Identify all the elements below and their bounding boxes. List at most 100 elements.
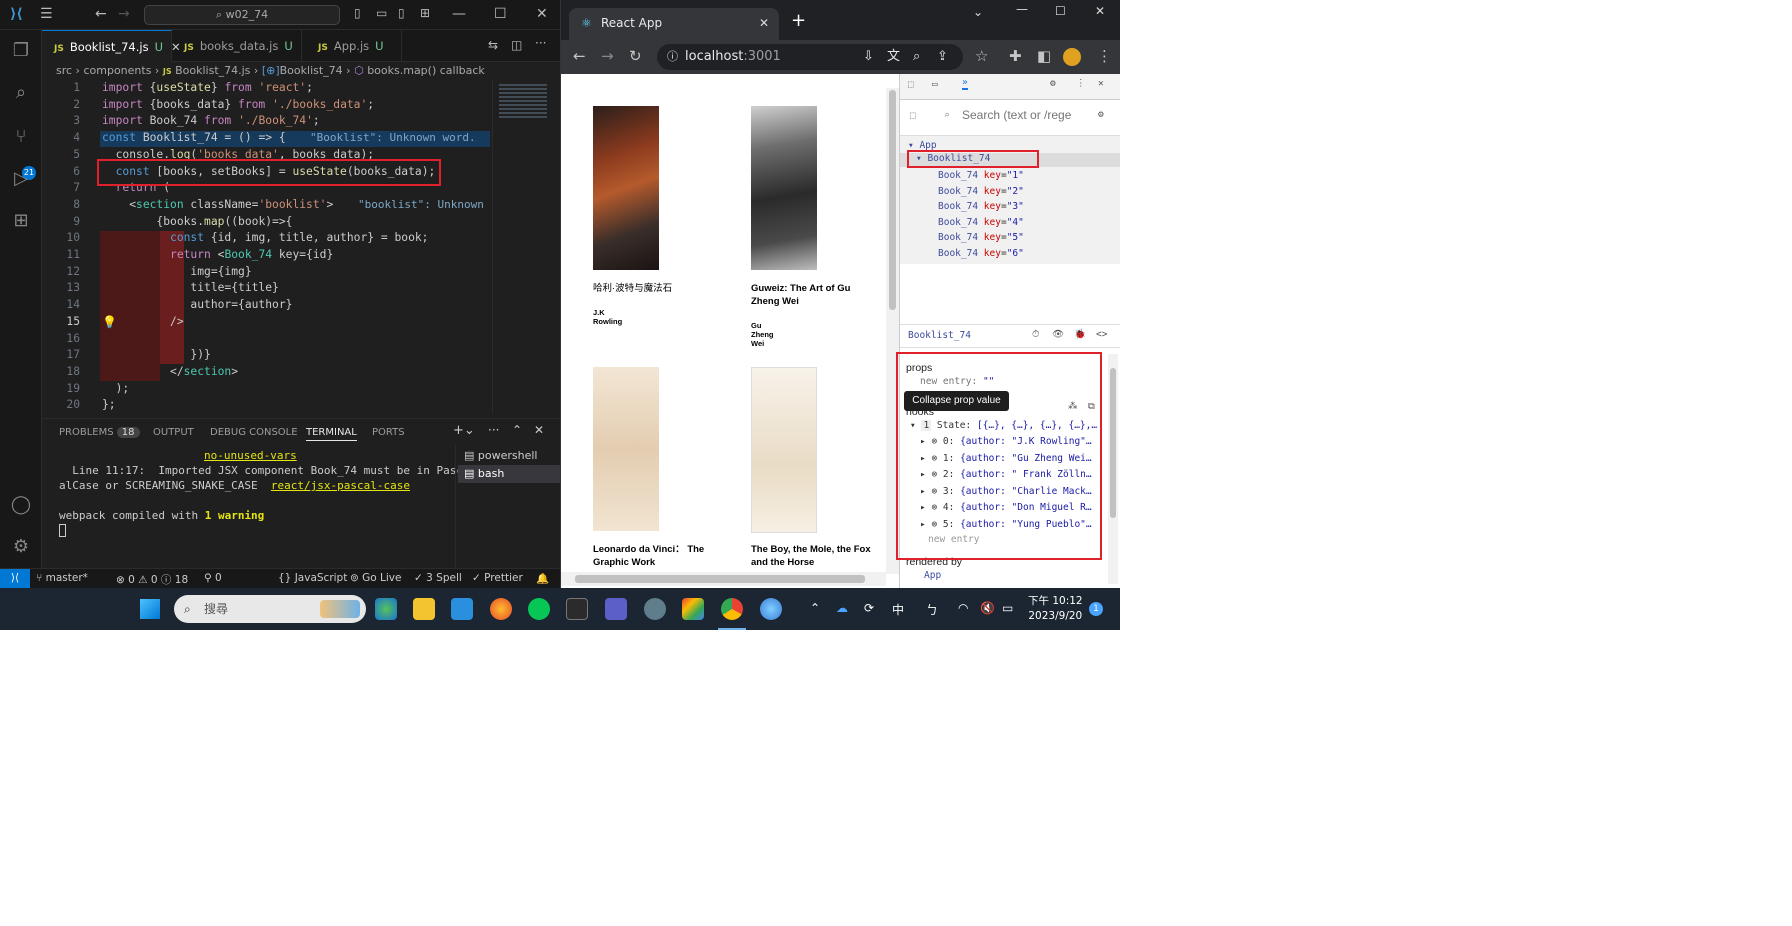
install-icon[interactable]: ⇩ [863,44,874,70]
search-view-icon[interactable]: ⌕ [10,82,32,104]
maximize-icon[interactable]: ☐ [1055,4,1066,18]
volume-muted-icon[interactable]: 🔇 [980,601,995,615]
tree-node-book[interactable]: Book_74 key="3" [938,201,1024,212]
minimize-icon[interactable]: — [452,6,466,22]
breadcrumb-item[interactable]: components [83,64,151,77]
toggle-sidebar-icon[interactable]: ▯ [354,6,361,20]
toggle-panel-icon[interactable]: ▭ [376,6,387,20]
browser-tab[interactable]: ⚛ React App ✕ [569,8,779,40]
scrollbar-thumb[interactable] [575,575,865,583]
maximize-panel-icon[interactable]: ⌃ [512,423,522,437]
firefox-icon[interactable] [490,598,512,620]
more-actions-icon[interactable]: ··· [488,423,499,437]
chrome-menu-icon[interactable]: ⋮ [1097,47,1112,65]
select-component-icon[interactable]: ⬚ [910,110,916,121]
view-source-icon[interactable]: <> [1096,329,1107,340]
side-panel-icon[interactable]: ◧ [1037,47,1051,65]
vscode-taskbar-icon[interactable] [451,598,473,620]
close-tab-icon[interactable]: ✕ [759,8,769,38]
devtools-settings-icon[interactable]: ⚙ [1050,78,1056,89]
remote-icon[interactable]: ⟩⟨ [0,569,30,588]
more-tabs-icon[interactable]: » [962,77,968,90]
taskbar-search[interactable]: ⌕ 搜尋 [174,595,366,623]
menu-icon[interactable]: ☰ [40,6,53,22]
scrollbar-thumb[interactable] [889,90,896,310]
bookmark-star-icon[interactable]: ☆ [975,47,988,65]
device-toolbar-icon[interactable]: ▭ [932,79,938,90]
taskbar-clock[interactable]: 下午 10:12 2023/9/20 [1028,594,1083,624]
minimize-icon[interactable]: — [1016,2,1028,16]
tab-output[interactable]: OUTPUT [153,427,194,438]
close-icon[interactable]: ✕ [1095,4,1105,18]
start-windows-icon[interactable] [140,599,160,619]
settings-gear-icon[interactable]: ⚙ [1098,109,1104,120]
forward-arrow-icon[interactable]: → [601,47,614,65]
command-center-search[interactable]: ⌕ w02_74 [144,5,340,25]
terminal-icon[interactable] [566,598,588,620]
share-icon[interactable]: ⇪ [937,44,948,70]
component-search-input[interactable] [962,108,1082,122]
devtools-menu-icon[interactable]: ⋮ [1076,78,1086,89]
tab-ports[interactable]: PORTS [372,427,405,438]
translate-icon[interactable]: 文 [887,44,900,70]
back-arrow-icon[interactable]: ← [95,6,107,22]
battery-icon[interactable]: ▭ [1002,601,1013,615]
terminal-item-powershell[interactable]: ▤ powershell [464,449,537,462]
line-app-icon[interactable] [528,598,550,620]
account-icon[interactable]: ◯ [10,494,32,516]
breadcrumb-item[interactable]: books.map() callback [367,64,485,77]
bug-icon[interactable]: 🐞 [1074,329,1086,340]
timer-icon[interactable]: ⏱ [1032,329,1039,340]
layout-icon[interactable]: ⊞ [420,6,430,20]
minimap[interactable] [492,80,560,414]
extensions-puzzle-icon[interactable]: ✚ [1009,47,1022,65]
split-editor-icon[interactable]: ◫ [511,38,522,52]
site-info-icon[interactable]: ⓘ [667,44,678,70]
inspect-element-icon[interactable]: ⬚ [908,79,914,90]
forward-arrow-icon[interactable]: → [118,6,130,22]
status-ports[interactable]: ⚲ 0 [204,572,222,584]
terminal-item-bash[interactable]: ▤ bash [458,465,560,483]
explorer-icon[interactable]: ❐ [10,40,32,62]
paint-app-icon[interactable] [760,598,782,620]
back-arrow-icon[interactable]: ← [573,47,586,65]
status-language[interactable]: {} JavaScript [278,572,347,584]
new-terminal-icon[interactable]: +⌄ [453,423,475,438]
run-debug-icon[interactable]: ▷ [10,168,32,190]
notifications-bell-icon[interactable]: 🔔 [536,572,549,585]
teams-icon[interactable] [605,598,627,620]
tab-terminal[interactable]: TERMINAL [306,427,357,441]
settings-app-icon[interactable] [644,598,666,620]
tab-problems[interactable]: PROBLEMS 18 [59,427,140,438]
profile-avatar[interactable] [1063,48,1081,66]
tab-search-icon[interactable]: ⌄ [973,5,983,19]
close-devtools-icon[interactable]: ✕ [1098,78,1104,89]
input-mode-icon[interactable]: ㄅ [926,601,938,618]
toggle-secondary-sidebar-icon[interactable]: ▯ [398,6,405,20]
tree-node-book[interactable]: Book_74 key="2" [938,186,1024,197]
sync-icon[interactable]: ⟳ [864,601,874,615]
tree-node-book[interactable]: Book_74 key="6" [938,248,1024,259]
tab-books-data[interactable]: JS books_data.js U [172,30,302,62]
code-editor[interactable]: 1 2 3 4 5 6 7 8 9 10 11 12 13 14 15 16 1… [42,80,492,414]
rendered-by-app[interactable]: App [924,570,941,581]
tree-node-book[interactable]: Book_74 key="5" [938,232,1024,243]
edge-icon[interactable] [375,598,397,620]
ime-indicator[interactable]: 中 [892,601,904,618]
maximize-icon[interactable]: ☐ [494,6,507,22]
tab-booklist[interactable]: JS Booklist_74.js U ✕ [42,30,181,62]
tab-app[interactable]: JS App.js U [302,30,402,62]
breadcrumb-item[interactable]: Booklist_74.js [175,64,250,77]
horizontal-scrollbar[interactable] [561,572,886,586]
status-branch[interactable]: ⑂ master* [36,572,88,584]
address-bar[interactable]: ⓘ localhost:3001 ⇩ 文 ⌕ ⇪ [657,44,963,70]
status-golive[interactable]: ⊚ Go Live [350,572,401,584]
reload-icon[interactable]: ↻ [629,47,642,65]
status-spell[interactable]: ✓ 3 Spell [414,572,462,584]
more-actions-icon[interactable]: ··· [535,36,546,50]
file-explorer-icon[interactable] [413,598,435,620]
vertical-scrollbar[interactable] [1108,354,1118,584]
tray-overflow-icon[interactable]: ⌃ [810,601,820,615]
chrome-taskbar-icon[interactable] [721,598,743,620]
wifi-icon[interactable]: ◠ [958,601,968,615]
